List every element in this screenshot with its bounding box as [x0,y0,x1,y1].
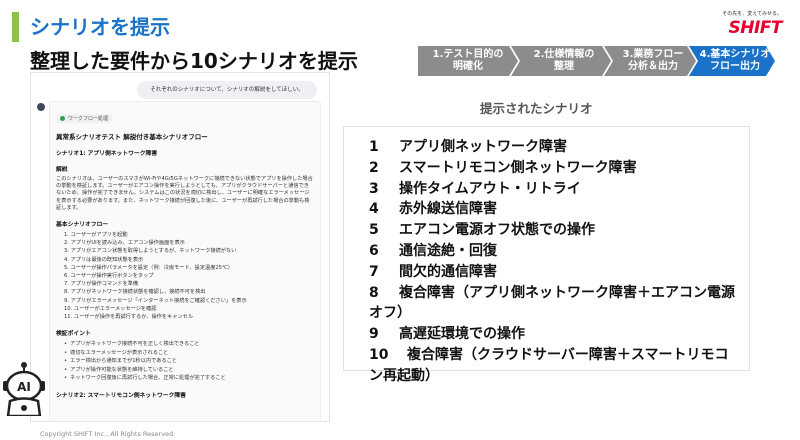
process-steps: 1.テスト目的の 明確化 2.仕様情報の 整理 3.業務フロー 分析＆出力 4.… [418,46,775,76]
scenario-item: 7 間欠的通信障害 [369,263,497,280]
scenario-item: 3 操作タイムアウト・リトライ [369,180,581,197]
title-accent-bar [12,12,19,42]
assistant-response: ワークフロー処理 異常系シナリオテスト 解説付き基本シナリオフロー シナリオ1:… [49,101,321,421]
list-item: 7. アプリが操作コマンドを準備 [64,281,139,288]
scenario-item: 9 高遅延環境での操作 [369,326,525,343]
list-item: 11. ユーザーが操作を再試行するか、操作をキャンセル [64,314,194,321]
flow-step-list: 1. ユーザーがアプリを起動 2. アプリがUIを読み込み、エアコン操作画面を表… [56,231,314,321]
scenario-item: 4 赤外線送信障害 [369,201,497,218]
scenario-item: 2 スマートリモコン側ネットワーク障害 [369,159,637,176]
list-item: 3. アプリがエアコン状態を取得しようとするが、ネットワーク接続がない [64,248,237,255]
list-item: 5. ユーザーが操作パラメータを設定（例：冷房モード、設定温度25℃） [64,264,233,271]
response-title: 異常系シナリオテスト 解説付き基本シナリオフロー [56,133,208,141]
check-icon [60,116,65,121]
scenario2-heading: シナリオ2: スマートリモコン側ネットワーク障害 [56,392,186,399]
bot-avatar-icon [37,103,45,111]
list-item: 8. アプリがネットワーク接続状態を確認し、接続不可を検出 [64,289,206,296]
list-item: 9. アプリがエラーメッセージ「インターネット接続をご確認ください」を表示 [64,297,247,304]
step-3: 3.業務フロー 分析＆出力 [604,46,696,76]
slide-subtitle: 整理した要件から10シナリオを提示 [30,49,358,73]
scenario1-heading: シナリオ1: アプリ側ネットワーク障害 [56,151,158,157]
check-heading: 検証ポイント [56,331,91,338]
list-item: 6. ユーザーが操作実行ボタンをタップ [64,273,154,280]
copyright: Copyright SHIFT Inc., All Rights Reserve… [40,430,176,438]
list-item: エラー検出から通知までが1秒以内であること [56,357,314,366]
slide-title: シナリオを提示 [30,15,170,39]
workflow-badge-label: ワークフロー処理 [68,116,109,122]
list-item: アプリが操作可能な状態を維持していること [56,366,314,375]
step-1: 1.テスト目的の 明確化 [418,46,518,76]
user-message-bubble: それぞれのシナリオについて、シナリオの解説をしてほしい。 [137,81,317,99]
logo-tagline: その先を、変えてみせる。 [722,11,782,17]
logo-wordmark: SHIFT [728,18,782,38]
scenario-list-heading: 提示されたシナリオ [480,101,593,116]
explain-text: このシナリオは、ユーザーのスマホがWi-Fiや4G/5Gネットワークに接続できな… [56,176,313,211]
scenario-item: 5 エアコン電源オフ状態での操作 [369,222,595,239]
shift-logo: その先を、変えてみせる。 SHIFT [712,10,782,38]
step-2: 2.仕様情報の 整理 [511,46,611,76]
scenario-item: 6 通信途絶・回復 [369,242,497,259]
step-4-active: 4.基本シナリオ フロー出力 [689,46,775,76]
list-item: 1. ユーザーがアプリを起動 [64,232,128,239]
list-item: 適切なエラーメッセージが表示されること [56,349,314,358]
list-item: 2. アプリがUIを読み込み、エアコン操作画面を表示 [64,240,185,247]
robot-label: AI [17,380,31,394]
ai-robot-icon: AI [3,362,45,416]
list-item: 4. アプリは最後の既知状態を表示 [64,256,144,263]
list-item: 10. ユーザーがエラーメッセージを確認 [64,305,157,312]
flow-heading: 基本シナリオフロー [56,222,109,229]
scenario-list: 1 アプリ側ネットワーク障害 2 スマートリモコン側ネットワーク障害 3 操作タイムア… [343,126,750,384]
scenario-item: 10 複合障害（クラウドサーバー障害＋スマートリモコン再起動） [369,346,729,384]
workflow-badge: ワークフロー処理 [56,114,113,123]
explain-heading: 解説 [56,167,68,173]
chat-screenshot: それぞれのシナリオについて、シナリオの解説をしてほしい。 ワークフロー処理 異常… [30,72,330,422]
list-item: アプリがネットワーク接続不可を正しく検出できること [56,340,314,349]
list-item: ネットワーク回復後に再試行した場合、正常に処理が完了すること [56,374,314,383]
check-point-list: アプリがネットワーク接続不可を正しく検出できること 適切なエラーメッセージが表示… [56,340,314,383]
scenario-item: 8 複合障害（アプリ側ネットワーク障害＋エアコン電源オフ） [369,284,735,322]
scenario-item: 1 アプリ側ネットワーク障害 [369,139,567,155]
